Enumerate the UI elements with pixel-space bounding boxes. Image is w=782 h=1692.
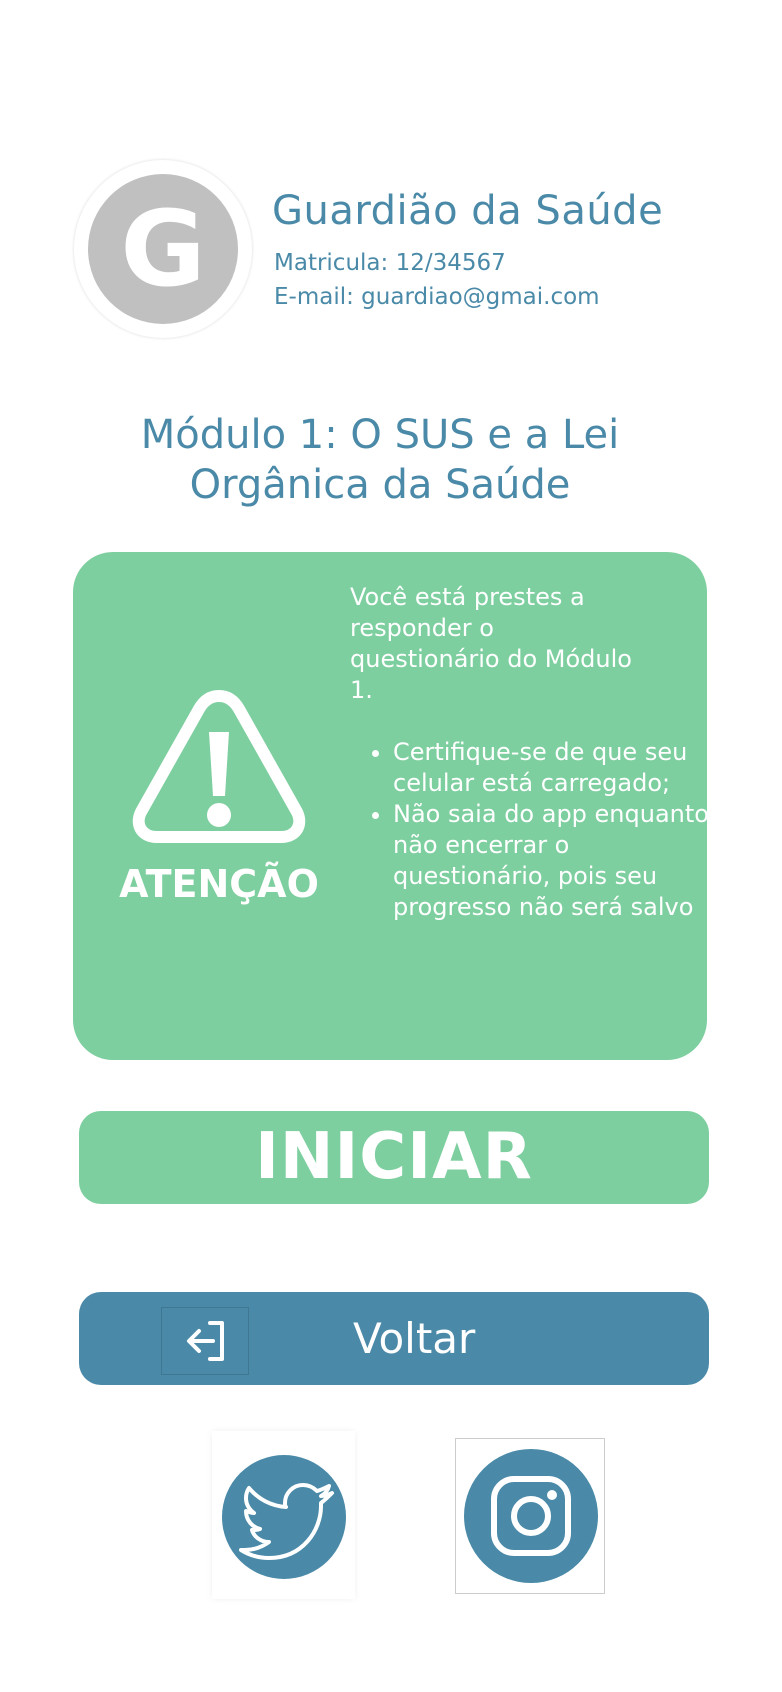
module-title-line2: Orgânica da Saúde	[189, 462, 571, 508]
instagram-link[interactable]	[455, 1438, 605, 1594]
exit-arrow-icon	[161, 1307, 249, 1375]
twitter-icon	[222, 1455, 346, 1579]
warning-list: Certifique-se de que seu celular está ca…	[353, 737, 733, 923]
profile-email: E-mail: guardiao@gmai.com	[274, 284, 600, 310]
start-button[interactable]: INICIAR	[79, 1111, 709, 1204]
profile-name: Guardião da Saúde	[272, 188, 664, 234]
warning-intro: Você está prestes a responder o question…	[350, 583, 632, 704]
module-title: Módulo 1: O SUS e a Lei Orgânica da Saúd…	[90, 410, 670, 510]
warning-triangle-icon	[129, 684, 309, 850]
warning-list-item: Certifique-se de que seu celular está ca…	[393, 737, 733, 799]
warning-card: ATENÇÃO Você está prestes a responder o …	[73, 552, 709, 1060]
back-button[interactable]: Voltar	[79, 1292, 709, 1385]
warning-list-item: Não saia do app enquanto não encerrar o …	[393, 799, 733, 923]
twitter-link[interactable]	[212, 1431, 355, 1599]
module-title-line1: Módulo 1: O SUS e a Lei	[140, 412, 620, 458]
avatar-initial: G	[88, 174, 238, 324]
back-label: Voltar	[353, 1314, 476, 1363]
attention-label: ATENÇÃO	[119, 862, 319, 906]
profile-registration: Matricula: 12/34567	[274, 250, 506, 276]
avatar: G	[74, 160, 252, 338]
instagram-icon	[464, 1449, 598, 1583]
